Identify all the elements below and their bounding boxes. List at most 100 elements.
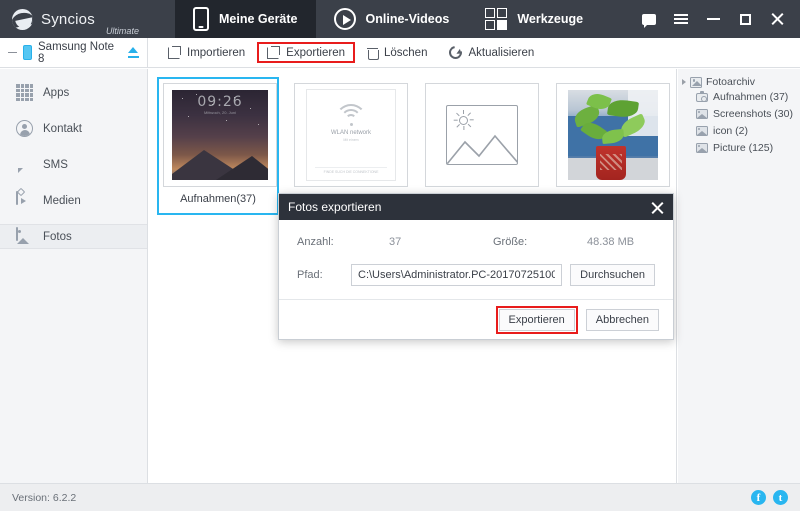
minus-icon xyxy=(8,51,17,54)
delete-label: Löschen xyxy=(383,46,428,59)
sidebar-item-fotos[interactable]: Fotos xyxy=(0,224,147,249)
twitter-icon[interactable]: t xyxy=(773,490,788,505)
tree-item-screenshots[interactable]: Screenshots (30) xyxy=(678,105,800,122)
sidebar-item-label: SMS xyxy=(43,158,68,171)
app-brand: Syncios Ultimate xyxy=(0,0,175,38)
minimize-icon[interactable] xyxy=(704,10,722,28)
tree-item-label: icon (2) xyxy=(713,124,749,137)
photo-icon xyxy=(16,227,33,245)
count-value: 37 xyxy=(389,236,402,248)
tab-label: Online-Videos xyxy=(365,12,450,26)
toolbar: Samsung Note 8 Importieren Exportieren L… xyxy=(0,38,800,68)
close-icon[interactable] xyxy=(768,10,786,28)
sidebar-item-apps[interactable]: Apps xyxy=(0,80,147,105)
album-label: Aufnahmen(37) xyxy=(180,193,256,205)
album-item-aufnahmen[interactable]: 09:26 Mittwoch, 20. Juni Aufnahmen(37) xyxy=(157,77,279,215)
status-bar: Version: 6.2.2 f t xyxy=(0,483,800,511)
import-button[interactable]: Importieren xyxy=(158,42,255,63)
size-label: Größe: xyxy=(493,236,528,248)
media-film-icon xyxy=(16,191,33,209)
sidebar-item-sms[interactable]: SMS xyxy=(0,152,147,177)
screenshot-subtitle: Mit einem xyxy=(343,138,359,142)
delete-button[interactable]: Löschen xyxy=(357,43,437,63)
toolbar-buttons: Importieren Exportieren Löschen Aktualis… xyxy=(148,38,544,67)
album-thumbnail xyxy=(425,83,539,187)
play-circle-icon xyxy=(333,8,356,30)
tree-item-picture[interactable]: Picture (125) xyxy=(678,139,800,156)
picture-icon xyxy=(696,125,708,136)
sidebar-item-label: Apps xyxy=(43,86,70,99)
brand-edition: Ultimate xyxy=(105,26,139,36)
folder-image-icon xyxy=(690,76,702,88)
dialog-export-button[interactable]: Exportieren xyxy=(498,308,575,331)
chat-bubble-icon[interactable] xyxy=(640,10,658,28)
sidebar-item-label: Kontakt xyxy=(43,122,82,135)
tab-label: Werkzeuge xyxy=(517,12,584,26)
eject-icon[interactable] xyxy=(128,47,139,58)
close-icon[interactable] xyxy=(651,201,664,214)
import-icon xyxy=(168,46,181,59)
tree-item-icon[interactable]: icon (2) xyxy=(678,122,800,139)
social-links: f t xyxy=(751,490,788,505)
dialog-title-bar: Fotos exportieren xyxy=(279,194,673,220)
wlan-network-screenshot: WLAN network Mit einem FINDE SUCH DIE CO… xyxy=(306,89,396,181)
grid-squares-icon xyxy=(485,8,508,30)
contact-person-icon xyxy=(16,120,33,137)
tab-meine-geraete[interactable]: Meine Geräte xyxy=(175,0,316,38)
maximize-icon[interactable] xyxy=(736,10,754,28)
title-bar: Syncios Ultimate Meine Geräte Online-Vid… xyxy=(0,0,800,38)
brand-name: Syncios xyxy=(41,10,95,28)
sidebar-item-medien[interactable]: Medien xyxy=(0,188,147,213)
dialog-cancel-button[interactable]: Abbrechen xyxy=(585,308,659,331)
photo-tree-panel: Fotoarchiv Aufnahmen (37) Screenshots (3… xyxy=(678,69,800,483)
tree-item-label: Fotoarchiv xyxy=(706,76,756,88)
count-label: Anzahl: xyxy=(297,236,334,248)
hamburger-menu-icon[interactable] xyxy=(672,10,690,28)
sidebar-item-kontakt[interactable]: Kontakt xyxy=(0,116,147,141)
import-label: Importieren xyxy=(187,46,246,59)
syncios-wave-logo-icon xyxy=(12,8,33,30)
export-button-highlight: Exportieren xyxy=(495,305,578,334)
dialog-stats-row: Anzahl: 37 Größe: 48.38 MB xyxy=(297,236,655,248)
window-controls xyxy=(640,0,800,38)
camera-icon xyxy=(696,91,708,102)
dialog-path-row: Pfad: Durchsuchen xyxy=(297,264,655,286)
path-input[interactable] xyxy=(351,264,563,286)
tab-online-videos[interactable]: Online-Videos xyxy=(316,0,468,38)
export-icon xyxy=(267,46,281,59)
device-selector[interactable]: Samsung Note 8 xyxy=(0,38,148,67)
tab-werkzeuge[interactable]: Werkzeuge xyxy=(467,0,601,38)
chevron-right-icon[interactable] xyxy=(682,79,686,85)
lockscreen-time: 09:26 xyxy=(197,94,243,110)
size-value: 48.38 MB xyxy=(587,236,635,248)
export-button[interactable]: Exportieren xyxy=(257,42,355,63)
version-label: Version: 6.2.2 xyxy=(12,491,77,504)
phone-icon xyxy=(193,7,209,31)
syncios-window: Syncios Ultimate Meine Geräte Online-Vid… xyxy=(0,0,800,511)
tree-item-aufnahmen[interactable]: Aufnahmen (37) xyxy=(678,88,800,105)
facebook-icon[interactable]: f xyxy=(751,490,766,505)
refresh-button[interactable]: Aktualisieren xyxy=(439,42,544,63)
trash-icon xyxy=(366,47,379,60)
mountain-shape xyxy=(447,134,517,164)
browse-button[interactable]: Durchsuchen xyxy=(570,264,655,286)
dialog-footer: Exportieren Abbrechen xyxy=(279,299,673,339)
screenshot-footer: FINDE SUCH DIE CONNEKTIONE xyxy=(315,167,387,174)
tab-label: Meine Geräte xyxy=(219,12,298,26)
path-label: Pfad: xyxy=(297,269,323,281)
picture-icon xyxy=(696,142,708,153)
album-thumbnail xyxy=(556,83,670,187)
sidebar: Apps Kontakt SMS Medien Fotos xyxy=(0,69,148,483)
generic-image-placeholder-icon xyxy=(446,105,518,165)
album-thumbnail: WLAN network Mit einem FINDE SUCH DIE CO… xyxy=(294,83,408,187)
tree-item-fotoarchiv[interactable]: Fotoarchiv xyxy=(678,69,800,88)
device-name: Samsung Note 8 xyxy=(38,40,115,65)
dialog-title: Fotos exportieren xyxy=(288,200,382,214)
phone-icon xyxy=(23,45,32,60)
titlebar-spacer xyxy=(601,0,640,38)
night-sky-photo: 09:26 Mittwoch, 20. Juni xyxy=(172,90,268,180)
